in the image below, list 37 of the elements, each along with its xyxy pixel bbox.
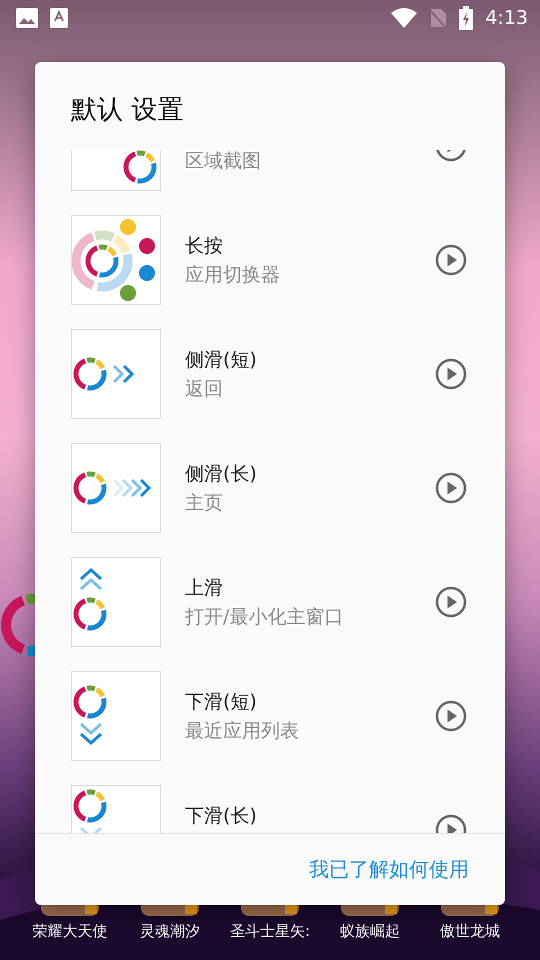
swipe-down-icon bbox=[74, 790, 106, 833]
app-label: 蚁族崛起 bbox=[340, 922, 400, 941]
confirm-button[interactable]: 我已了解如何使用 bbox=[309, 852, 469, 887]
clock-time: 4:13 bbox=[485, 7, 528, 29]
gesture-title: 上滑 bbox=[185, 578, 224, 598]
gesture-title: 侧滑(长) bbox=[185, 464, 258, 484]
swipe-up-icon bbox=[74, 568, 106, 630]
swipe-down-icon bbox=[74, 686, 106, 746]
no-sim-icon bbox=[429, 7, 448, 29]
play-button[interactable] bbox=[435, 358, 467, 390]
swipe-right-icon bbox=[74, 472, 152, 504]
app-label: 傲世龙城 bbox=[440, 922, 500, 941]
wifi-icon bbox=[391, 8, 418, 28]
app-label: 荣耀大天使 bbox=[32, 922, 108, 941]
logo-ring-icon bbox=[124, 150, 156, 184]
gesture-action: 区域截图 bbox=[185, 150, 262, 170]
gesture-title: 侧滑(短) bbox=[185, 350, 258, 370]
app-switcher-icon bbox=[72, 219, 155, 301]
gesture-action: 最近应用列表 bbox=[185, 720, 300, 740]
font-icon bbox=[50, 8, 68, 28]
gesture-action: 应用切换器 bbox=[185, 264, 281, 284]
gesture-action: 主页 bbox=[185, 492, 224, 512]
gesture-title: 下滑(长) bbox=[185, 806, 258, 826]
play-button[interactable] bbox=[435, 472, 467, 504]
app-label: 圣斗士星矢: bbox=[230, 922, 310, 941]
play-button[interactable] bbox=[435, 586, 467, 618]
battery-charging-icon bbox=[459, 6, 474, 30]
gesture-action: 打开/最小化主窗口 bbox=[185, 606, 344, 626]
gesture-title: 长按 bbox=[185, 236, 224, 256]
gesture-title: 下滑(短) bbox=[185, 692, 258, 712]
dialog-title: 默认 设置 bbox=[70, 94, 184, 127]
image-icon bbox=[16, 8, 38, 28]
play-button[interactable] bbox=[435, 700, 467, 732]
play-button[interactable] bbox=[435, 244, 467, 276]
swipe-right-icon bbox=[74, 358, 134, 390]
app-label: 灵魂潮汐 bbox=[140, 922, 200, 941]
gesture-action: 返回 bbox=[185, 378, 224, 398]
